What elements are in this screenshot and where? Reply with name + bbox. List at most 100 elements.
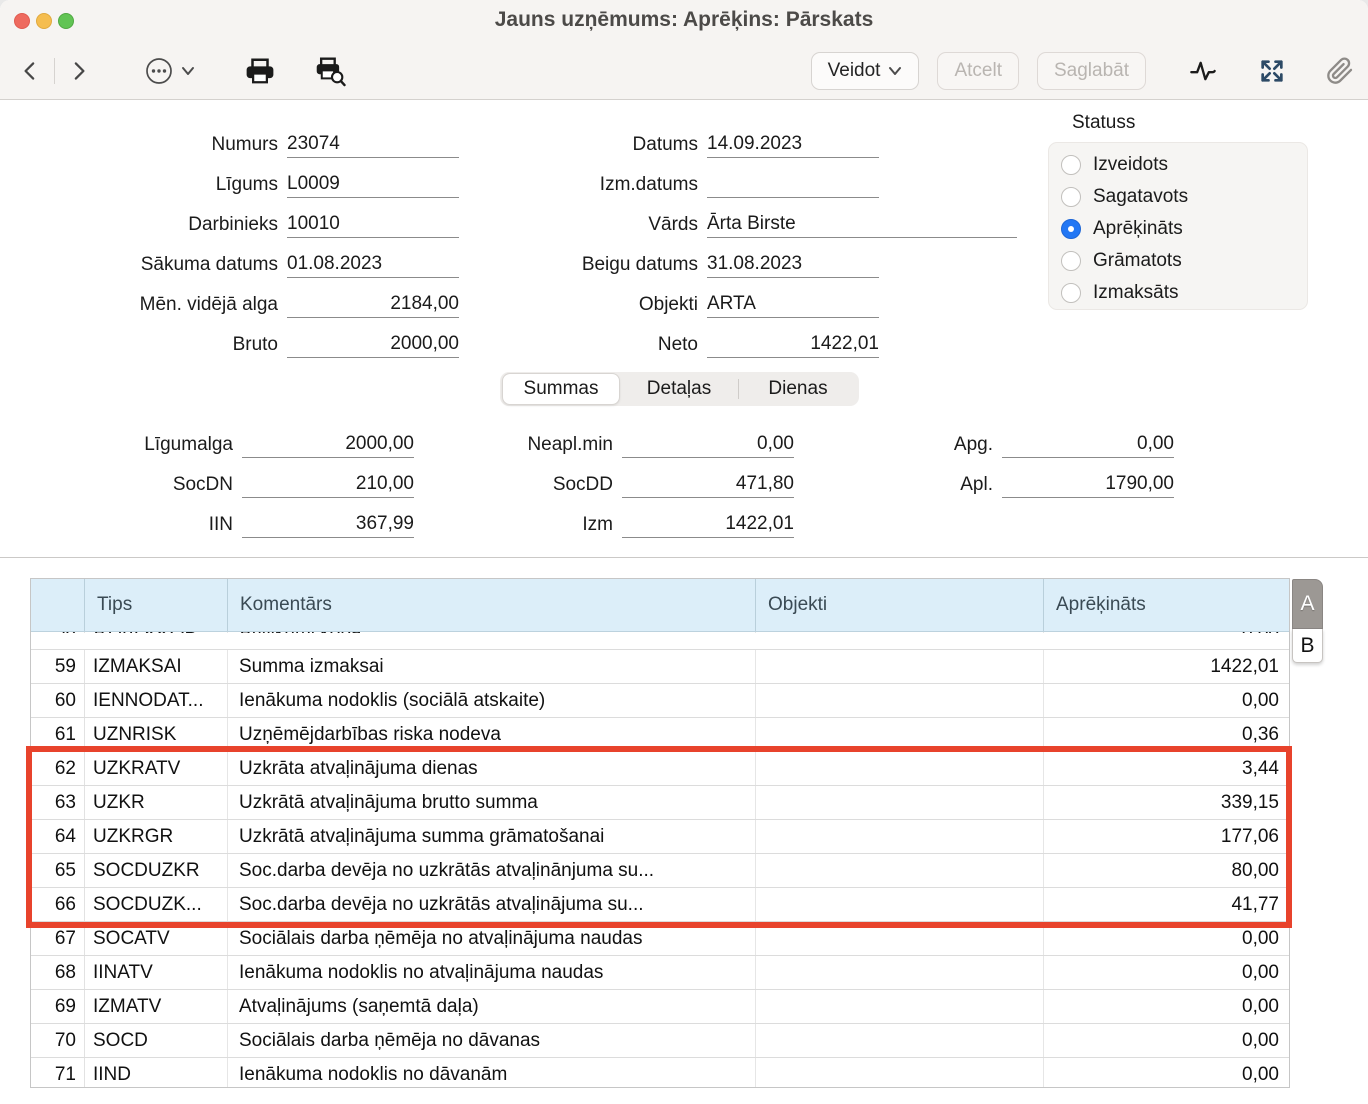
table-row-67[interactable]: 67SOCATVSociālais darba ņēmēja no atvaļi… (31, 922, 1289, 956)
more-options-menu[interactable] (143, 56, 203, 86)
field-sakuma-datums: Sākuma datums01.08.2023 (40, 238, 480, 278)
status-radio-group: Izveidots SagatavotsAprēķinātsGrāmatotsIz… (1048, 142, 1308, 310)
field-value-numurs[interactable]: 23074 (287, 131, 459, 158)
table-row-70[interactable]: 70SOCDSociālais darba ņēmēja no dāvanas0… (31, 1024, 1289, 1058)
view-tab-a[interactable]: A (1292, 579, 1323, 629)
status-option-aprekinats[interactable]: Aprēķināts (1061, 213, 1307, 245)
print-preview-button[interactable] (313, 55, 349, 87)
cell-tips: UZNRISK (85, 718, 228, 751)
field-value-men-videja-alga[interactable]: 2184,00 (287, 291, 459, 318)
status-option-sagatavots[interactable]: Sagatavots (1061, 181, 1307, 213)
status-option-izveidots[interactable]: Izveidots (1061, 149, 1307, 181)
cell-num: 64 (31, 820, 85, 853)
radio-sagatavots-icon[interactable] (1061, 187, 1081, 207)
table-view-switcher: A B (1292, 579, 1323, 663)
table-row-62[interactable]: 62UZKRATVUzkrāta atvaļinājuma dienas3,44 (31, 752, 1289, 786)
field-value-neapl-min[interactable]: 0,00 (622, 431, 794, 458)
cell-komentars: Soc.darba devēja no uzkrātās atvaļinānju… (228, 854, 756, 887)
atcelt-button[interactable]: Atcelt (937, 52, 1019, 90)
cell-komentars: Ienākuma nodoklis no atvaļinājuma naudas (228, 956, 756, 989)
saglabat-button-label: Saglabāt (1054, 60, 1129, 82)
attachments-button[interactable] (1326, 57, 1354, 85)
status-option-izmaksats[interactable]: Izmaksāts (1061, 277, 1307, 309)
cell-aprekinats: 0,00 (1044, 632, 1289, 633)
cell-tips: UZKR (85, 786, 228, 819)
field-value-bruto[interactable]: 2000,00 (287, 331, 459, 358)
cell-komentars: Soc.darba devēja no uzkrātās atvaļinājum… (228, 888, 756, 921)
radio-aprekinats-icon[interactable] (1061, 219, 1081, 239)
cell-komentars: Sociālais darba ņēmēja no atvaļinājuma n… (228, 922, 756, 955)
field-value-vards[interactable]: Ārta Birste (707, 211, 1017, 238)
radio-izmaksats-icon[interactable] (1061, 283, 1081, 303)
field-value-iin[interactable]: 367,99 (242, 511, 414, 538)
field-value-apl[interactable]: 1790,00 (1002, 471, 1174, 498)
field-beigu-datums: Beigu datums31.08.2023 (460, 238, 1050, 278)
field-value-darbinieks[interactable]: 10010 (287, 211, 459, 238)
cell-objekti (756, 956, 1044, 989)
cell-tips: ATVILKKOP (85, 632, 228, 633)
field-label-men-videja-alga: Mēn. vidējā alga (40, 294, 287, 318)
table-row-71[interactable]: 71IINDIenākuma nodoklis no dāvanām0,00 (31, 1058, 1289, 1088)
table-row-61[interactable]: 61UZNRISKUzņēmējdarbības riska nodeva0,3… (31, 718, 1289, 752)
field-value-socdd[interactable]: 471,80 (622, 471, 794, 498)
rows-table: TipsKomentārsObjektiAprēķināts 58ATVILKK… (30, 578, 1290, 1088)
cell-num: 62 (31, 752, 85, 785)
field-value-izm-datums[interactable] (707, 171, 879, 198)
field-value-datums[interactable]: 14.09.2023 (707, 131, 879, 158)
table-row-60[interactable]: 60IENNODAT...Ienākuma nodoklis (sociālā … (31, 684, 1289, 718)
table-row-66[interactable]: 66SOCDUZK...Soc.darba devēja no uzkrātās… (31, 888, 1289, 922)
field-value-ligumalga[interactable]: 2000,00 (242, 431, 414, 458)
field-value-ligums[interactable]: L0009 (287, 171, 459, 198)
field-label-vards: Vārds (460, 214, 707, 238)
table-header-aprēķināts[interactable]: Aprēķināts (1044, 579, 1289, 631)
expand-button[interactable] (1258, 57, 1286, 85)
back-button[interactable] (18, 58, 44, 84)
saglabat-button[interactable]: Saglabāt (1037, 52, 1146, 90)
table-row-63[interactable]: 63UZKRUzkrātā atvaļinājuma brutto summa3… (31, 786, 1289, 820)
table-row-64[interactable]: 64UZKRGRUzkrātā atvaļinājuma summa grāma… (31, 820, 1289, 854)
field-value-apg[interactable]: 0,00 (1002, 431, 1174, 458)
status-option-gramatots[interactable]: Grāmatots (1061, 245, 1307, 277)
tab-detalas[interactable]: Detaļas (620, 372, 738, 406)
field-value-sakuma-datums[interactable]: 01.08.2023 (287, 251, 459, 278)
field-value-socdn[interactable]: 210,00 (242, 471, 414, 498)
field-value-neto[interactable]: 1422,01 (707, 331, 879, 358)
toolbar: Veidot Atcelt Saglabāt (0, 48, 1368, 94)
field-apg: Apg.0,00 (800, 418, 1174, 458)
forward-button[interactable] (65, 58, 91, 84)
cell-aprekinats: 3,44 (1044, 752, 1289, 785)
field-vards: VārdsĀrta Birste (460, 198, 1050, 238)
section-divider (0, 557, 1368, 558)
cell-num: 58 (31, 632, 85, 633)
tab-dienas[interactable]: Dienas (739, 372, 857, 406)
status-option-label-izveidots: Izveidots (1093, 154, 1168, 176)
cell-aprekinats: 0,36 (1044, 718, 1289, 751)
activity-button[interactable] (1188, 57, 1218, 85)
table-header-objekti[interactable]: Objekti (756, 579, 1044, 631)
field-label-darbinieks: Darbinieks (40, 214, 287, 238)
table-header-tips[interactable]: Tips (85, 579, 228, 631)
field-label-neto: Neto (460, 334, 707, 358)
table-header-komentārs[interactable]: Komentārs (228, 579, 756, 631)
veidot-button[interactable]: Veidot (811, 52, 920, 90)
cell-tips: IZMATV (85, 990, 228, 1023)
print-button[interactable] (245, 56, 275, 86)
view-tab-b[interactable]: B (1292, 629, 1323, 663)
veidot-button-label: Veidot (828, 60, 881, 82)
field-objekti: ObjektiARTA (460, 278, 1050, 318)
field-value-objekti[interactable]: ARTA (707, 291, 879, 318)
radio-gramatots-icon[interactable] (1061, 251, 1081, 271)
tab-summas[interactable]: Summas (502, 373, 620, 405)
table-row-68[interactable]: 68IINATVIenākuma nodoklis no atvaļinājum… (31, 956, 1289, 990)
table-row-59[interactable]: 59IZMAKSAISumma izmaksai1422,01 (31, 650, 1289, 684)
field-value-beigu-datums[interactable]: 31.08.2023 (707, 251, 879, 278)
table-row-69[interactable]: 69IZMATVAtvaļinājums (saņemtā daļa)0,00 (31, 990, 1289, 1024)
field-value-izm[interactable]: 1422,01 (622, 511, 794, 538)
field-label-iin: IIN (40, 514, 242, 538)
radio-izveidots-icon[interactable] (1061, 155, 1081, 175)
table-row-58[interactable]: 58ATVILKKOPAtvilkumi kopā0,00 (31, 632, 1289, 650)
cell-aprekinats: 0,00 (1044, 990, 1289, 1023)
table-header-num[interactable] (31, 579, 85, 631)
cell-tips: SOCDUZK... (85, 888, 228, 921)
table-row-65[interactable]: 65SOCDUZKRSoc.darba devēja no uzkrātās a… (31, 854, 1289, 888)
